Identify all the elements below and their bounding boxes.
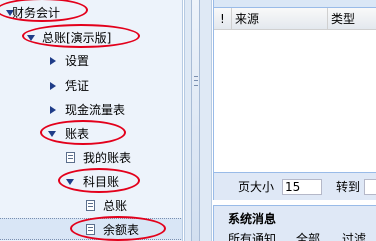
expand-arrow-icon[interactable] xyxy=(66,179,74,185)
column-header-type[interactable]: 类型 xyxy=(328,8,376,30)
document-icon xyxy=(66,152,75,163)
tree-node-voucher[interactable]: 凭证 xyxy=(0,75,182,97)
tab-all-notices[interactable]: 所有通知 xyxy=(228,232,276,241)
records-grid: ! 来源 类型 页大小 转到 xyxy=(213,0,376,200)
goto-label: 转到 xyxy=(336,180,361,194)
tab-filter[interactable]: 过滤 xyxy=(342,232,366,241)
scrollbar[interactable] xyxy=(191,0,200,241)
grip-icon[interactable] xyxy=(194,76,198,86)
tree-node-label: 我的账表 xyxy=(83,151,132,165)
document-icon xyxy=(86,224,95,235)
messages-tabs: 所有通知 全部 过滤 xyxy=(214,232,376,241)
goto-page-input[interactable] xyxy=(364,179,376,195)
column-header-source[interactable]: 来源 xyxy=(232,8,328,30)
collapse-arrow-icon[interactable] xyxy=(50,57,56,65)
collapse-arrow-icon[interactable] xyxy=(50,82,56,90)
tree-node-my-reports[interactable]: 我的账表 xyxy=(0,147,182,169)
tree-node-label: 账表 xyxy=(65,127,90,141)
tree-node-finance-accounting[interactable]: 财务会计 xyxy=(0,2,182,24)
grid-toolbar xyxy=(214,0,376,8)
tree-node-label: 科目账 xyxy=(83,175,120,189)
column-header-flag[interactable]: ! xyxy=(214,8,232,30)
tree-node-label: 总账 xyxy=(103,199,128,213)
tree-node-ledger-reports[interactable]: 账表 xyxy=(0,123,182,145)
expand-arrow-icon[interactable] xyxy=(48,131,56,137)
expand-arrow-icon[interactable] xyxy=(27,35,35,41)
panel-splitter[interactable] xyxy=(184,0,212,241)
tree-node-general-ledger-demo[interactable]: 总账[演示版] xyxy=(0,27,182,49)
tree-node-cash-flow[interactable]: 现金流量表 xyxy=(0,99,182,121)
nav-tree: 财务会计 总账[演示版] 设置 凭证 现金流量表 账表 我的账表 科目账 总账 … xyxy=(0,0,183,241)
tree-node-general-ledger[interactable]: 总账 xyxy=(0,195,182,217)
system-messages-panel: 系统消息 所有通知 全部 过滤 xyxy=(213,205,376,241)
tree-node-subject-ledger[interactable]: 科目账 xyxy=(0,171,182,193)
system-messages-title: 系统消息 xyxy=(228,212,277,226)
pagination-bar: 页大小 转到 xyxy=(214,172,376,200)
page-size-input[interactable] xyxy=(282,179,322,195)
grid-header: ! 来源 类型 xyxy=(214,8,376,30)
page-size-label: 页大小 xyxy=(238,180,275,194)
tree-node-label: 财务会计 xyxy=(12,6,61,20)
collapse-arrow-icon[interactable] xyxy=(50,106,56,114)
tree-node-label: 设置 xyxy=(65,54,90,68)
tree-node-label: 凭证 xyxy=(65,79,90,93)
tree-node-label: 余额表 xyxy=(103,223,140,237)
tree-node-settings[interactable]: 设置 xyxy=(0,50,182,72)
tab-all[interactable]: 全部 xyxy=(296,232,320,241)
tree-node-label: 总账[演示版] xyxy=(42,31,112,45)
tree-node-balance-sheet[interactable]: 余额表 xyxy=(0,218,182,240)
tree-node-label: 现金流量表 xyxy=(65,103,126,117)
document-icon xyxy=(86,200,95,211)
